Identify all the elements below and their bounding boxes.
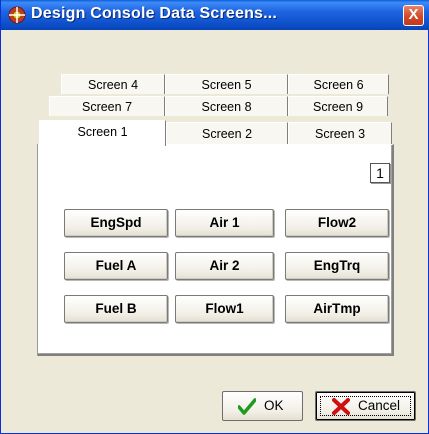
title-bar[interactable]: Design Console Data Screens... X (1, 0, 429, 30)
tab-screen-2[interactable]: Screen 2 (166, 122, 288, 144)
tab-label: Screen 1 (77, 125, 128, 139)
air2-button[interactable]: Air 2 (175, 252, 274, 280)
page-number: 1 (370, 163, 390, 183)
tab-screen-5[interactable]: Screen 5 (165, 74, 288, 94)
tab-screen-4[interactable]: Screen 4 (61, 74, 165, 94)
tab-screen-1[interactable]: Screen 1 (39, 120, 166, 146)
air1-button[interactable]: Air 1 (175, 209, 274, 237)
tab-screen-7[interactable]: Screen 7 (49, 96, 165, 116)
tab-label: Screen 4 (87, 78, 139, 92)
fuel-a-button[interactable]: Fuel A (64, 252, 168, 280)
tab-screen-9[interactable]: Screen 9 (288, 96, 388, 116)
engtrq-button[interactable]: EngTrq (285, 252, 389, 280)
tab-label: Screen 9 (312, 100, 364, 114)
tab-label: Screen 6 (313, 78, 364, 92)
dialog-window: Design Console Data Screens... X Screen … (0, 0, 429, 434)
tab-screen-3[interactable]: Screen 3 (288, 122, 392, 144)
cancel-button[interactable]: Cancel (315, 391, 416, 421)
tab-screen-8[interactable]: Screen 8 (165, 96, 288, 116)
close-icon: X (408, 6, 419, 23)
airtmp-button[interactable]: AirTmp (285, 295, 389, 323)
tab-label: Screen 2 (201, 127, 253, 141)
tab-panel (37, 144, 394, 356)
tab-label: Screen 5 (201, 78, 252, 92)
flow2-button[interactable]: Flow2 (285, 209, 389, 237)
fuel-b-button[interactable]: Fuel B (64, 295, 168, 323)
ok-label: OK (264, 398, 284, 413)
cancel-label: Cancel (358, 398, 401, 413)
app-icon (8, 6, 26, 24)
x-icon (332, 398, 350, 415)
tab-label: Screen 7 (81, 100, 133, 114)
tab-label: Screen 3 (314, 127, 366, 141)
ok-button[interactable]: OK (222, 391, 303, 421)
window-title: Design Console Data Screens... (31, 5, 278, 22)
close-button[interactable]: X (403, 5, 424, 26)
engspd-button[interactable]: EngSpd (64, 209, 168, 237)
tab-screen-6[interactable]: Screen 6 (288, 74, 389, 94)
panel-divider (37, 144, 38, 356)
checkmark-icon (238, 398, 256, 415)
tab-label: Screen 8 (201, 100, 252, 114)
flow1-button[interactable]: Flow1 (175, 295, 274, 323)
